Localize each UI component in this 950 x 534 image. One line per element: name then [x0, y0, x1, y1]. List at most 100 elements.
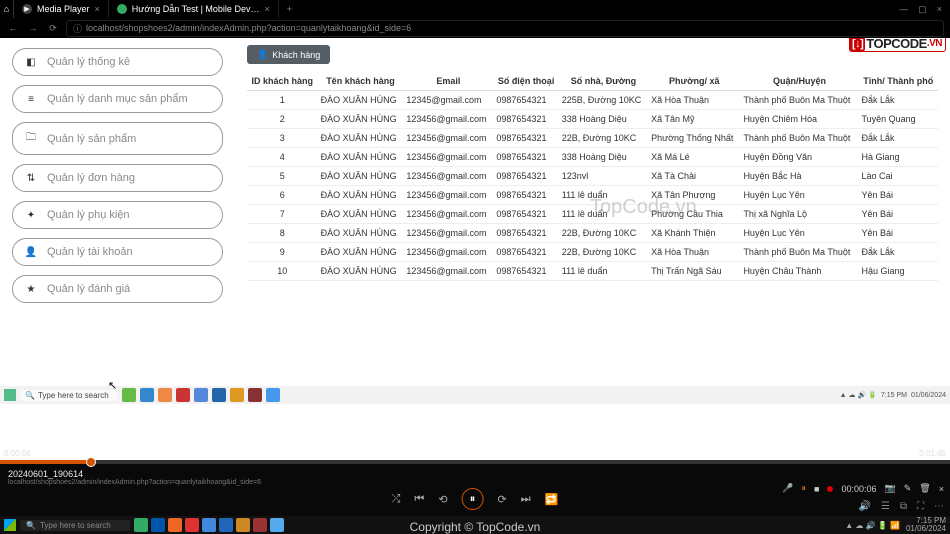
brush-icon[interactable]: ✎ [904, 483, 912, 494]
start-button[interactable] [4, 519, 16, 531]
progress-thumb[interactable] [86, 457, 96, 467]
media-title: 20240601_190614 [8, 469, 942, 479]
sidebar-item-6[interactable]: ★Quản lý đánh giá [12, 275, 223, 303]
cell: 123456@gmail.com [403, 186, 493, 205]
prev-button[interactable]: ⏮ [414, 493, 424, 506]
sidebar-item-label: Quản lý đơn hàng [47, 172, 135, 184]
close-icon[interactable]: × [95, 4, 100, 14]
tab-media-player[interactable]: ▶ Media Player × [14, 0, 109, 18]
repeat-button[interactable]: 🔁 [545, 493, 559, 506]
sidebar-item-label: Quản lý thống kê [47, 56, 130, 68]
cell: 2 [247, 110, 318, 129]
progress-track[interactable] [0, 460, 950, 464]
cell: Huyện Lục Yên [740, 224, 858, 243]
back-button[interactable]: ← [6, 23, 20, 33]
cell: Phường Thống Nhất [648, 129, 740, 148]
cell: 0987654321 [493, 129, 558, 148]
tab-secondary[interactable]: Hướng Dẫn Test | Mobile Dev… × [109, 0, 279, 18]
search-placeholder: Type here to search [40, 521, 111, 530]
cell: 7 [247, 205, 318, 224]
app-icon[interactable] [202, 518, 216, 532]
sidebar-item-label: Quản lý đánh giá [47, 283, 130, 295]
forward-button[interactable]: → [26, 23, 40, 33]
sidebar-item-3[interactable]: ⇅Quản lý đơn hàng [12, 164, 223, 192]
new-tab-button[interactable]: + [279, 4, 300, 14]
address-bar[interactable]: ⓘ localhost/shopshoes2/admin/indexAdmin.… [66, 20, 944, 37]
pip-icon[interactable]: ⧉ [900, 501, 907, 512]
fullscreen-icon[interactable]: ⛶ [917, 501, 924, 512]
cell: 123456@gmail.com [403, 262, 493, 281]
customers-badge[interactable]: 👤 Khách hàng [247, 45, 330, 64]
cell: Yên Bái [858, 224, 938, 243]
forward-button[interactable]: ⟳ [498, 493, 507, 506]
maximize-icon[interactable]: ▢ [918, 4, 927, 15]
reload-button[interactable]: ⟳ [46, 23, 60, 34]
home-icon[interactable]: ⌂ [0, 0, 14, 18]
app-icon[interactable] [219, 518, 233, 532]
cell: ĐÀO XUÂN HÙNG [318, 110, 404, 129]
taskbar-search[interactable]: 🔍 Type here to search [20, 520, 130, 531]
table-row: 6ĐÀO XUÂN HÙNG123456@gmail.com0987654321… [247, 186, 938, 205]
mic-icon[interactable]: 🎤 [782, 483, 793, 494]
close-window-icon[interactable]: × [937, 4, 942, 15]
app-icon[interactable] [253, 518, 267, 532]
app-icon[interactable] [134, 518, 148, 532]
trash-icon[interactable]: 🗑 [919, 483, 930, 494]
app-icon[interactable] [168, 518, 182, 532]
topcode-logo: [↓] TOPCODE .VN [849, 38, 946, 52]
cell: 22B, Đường 10KC [559, 129, 648, 148]
cc-icon[interactable]: ☰ [881, 501, 890, 512]
table-row: 3ĐÀO XUÂN HÙNG123456@gmail.com0987654321… [247, 129, 938, 148]
cell: 0987654321 [493, 91, 558, 110]
customers-table: ID khách hàngTên khách hàngEmailSố điện … [247, 72, 938, 281]
cell: Yên Bái [858, 205, 938, 224]
shuffle-button[interactable]: ⤮ [392, 493, 401, 506]
app-icon[interactable] [151, 518, 165, 532]
sidebar-item-2[interactable]: 🗀Quản lý sản phẩm [12, 122, 223, 155]
close-panel-icon[interactable]: × [939, 484, 944, 494]
table-row: 1ĐÀO XUÂN HÙNG12345@gmail.com09876543212… [247, 91, 938, 110]
next-button[interactable]: ⏭ [521, 493, 531, 506]
sidebar-item-4[interactable]: ✦Quản lý phụ kiện [12, 201, 223, 229]
cell: ĐÀO XUÂN HÙNG [318, 167, 404, 186]
sidebar-item-5[interactable]: 👤Quản lý tài khoản [12, 238, 223, 266]
cell: 5 [247, 167, 318, 186]
minimize-icon[interactable]: — [899, 4, 908, 15]
cell: Hà Giang [858, 148, 938, 167]
cell: Đắk Lắk [858, 243, 938, 262]
column-header: Phường/ xã [648, 72, 740, 91]
table-row: 7ĐÀO XUÂN HÙNG123456@gmail.com0987654321… [247, 205, 938, 224]
volume-icon[interactable]: 🔊 [858, 501, 870, 512]
page-favicon-icon [117, 4, 127, 14]
cell: ĐÀO XUÂN HÙNG [318, 243, 404, 262]
pause-rec-icon[interactable]: ⏸ [802, 483, 807, 494]
play-pause-button[interactable]: ⏸ [462, 488, 484, 510]
cell: 10 [247, 262, 318, 281]
camera-icon[interactable]: 📷 [885, 483, 896, 494]
close-icon[interactable]: × [264, 4, 269, 14]
logo-suffix: .VN [927, 38, 942, 49]
cell: 12345@gmail.com [403, 91, 493, 110]
sidebar-item-1[interactable]: ≡Quản lý danh mục sản phẩm [12, 85, 223, 113]
sidebar-item-0[interactable]: ◧Quản lý thống kê [12, 48, 223, 76]
stop-rec-icon[interactable]: ■ [814, 484, 819, 494]
table-row: 2ĐÀO XUÂN HÙNG123456@gmail.com0987654321… [247, 110, 938, 129]
cell: 0987654321 [493, 205, 558, 224]
cell: Thành phố Buôn Ma Thuột [740, 129, 858, 148]
cell: ĐÀO XUÂN HÙNG [318, 186, 404, 205]
column-header: Tên khách hàng [318, 72, 404, 91]
logo-arrow-icon: [↓] [850, 38, 865, 51]
cell: 0987654321 [493, 167, 558, 186]
url-text: localhost/shopshoes2/admin/indexAdmin.ph… [86, 23, 411, 33]
rewind-button[interactable]: ⟲ [438, 493, 447, 506]
app-icon[interactable] [270, 518, 284, 532]
cell: 338 Hoàng Diệu [559, 148, 648, 167]
column-header: Số nhà, Đường [559, 72, 648, 91]
tray-icons[interactable]: ▲ ☁ 🔊 🔋 📶 [845, 521, 900, 530]
app-icon[interactable] [185, 518, 199, 532]
cell: 22B, Đường 10KC [559, 243, 648, 262]
more-icon[interactable]: ⋯ [934, 501, 944, 512]
app-icon[interactable] [236, 518, 250, 532]
cell: 4 [247, 148, 318, 167]
tab-label: Media Player [37, 4, 90, 14]
